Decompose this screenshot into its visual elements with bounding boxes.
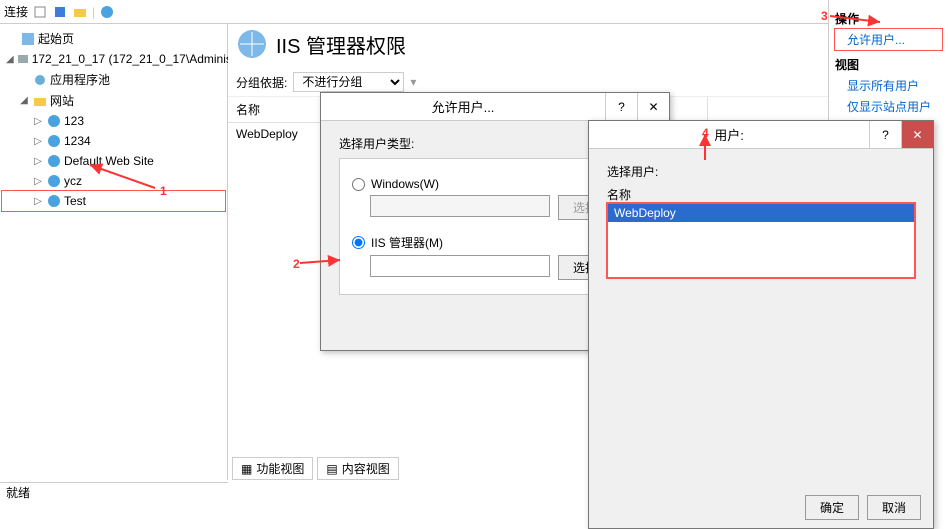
- tree-server[interactable]: ◢ 172_21_0_17 (172_21_0_17\Administrator…: [2, 49, 225, 69]
- status-bar: 就绪: [0, 482, 228, 500]
- user-row-webdeploy[interactable]: WebDeploy: [608, 204, 914, 222]
- radio-iis-manager[interactable]: [352, 236, 365, 249]
- tree-sites[interactable]: ◢ 网站: [2, 90, 225, 111]
- radio-iis-label: IIS 管理器(M): [371, 234, 443, 251]
- save-icon[interactable]: [52, 4, 68, 20]
- tree-app-pools[interactable]: 应用程序池: [2, 69, 225, 90]
- annotation-4: 4: [702, 126, 709, 140]
- users-ok-button[interactable]: 确定: [805, 495, 859, 520]
- globe-refresh-icon[interactable]: [99, 4, 115, 20]
- actions-header: 操作: [835, 10, 942, 27]
- tree-app-pools-label: 应用程序池: [50, 71, 110, 88]
- help-button[interactable]: ?: [869, 121, 901, 148]
- page-title: IIS 管理器权限: [276, 30, 406, 59]
- iis-permissions-icon: [236, 28, 268, 60]
- tree-site-123[interactable]: ▷ 123: [2, 111, 225, 131]
- tree-site-label: Default Web Site: [64, 154, 154, 168]
- connections-tree: 起始页 ◢ 172_21_0_17 (172_21_0_17\Administr…: [0, 24, 228, 480]
- users-listbox[interactable]: WebDeploy: [607, 203, 915, 278]
- action-show-all[interactable]: 显示所有用户: [835, 75, 942, 96]
- annotation-2: 2: [293, 257, 300, 271]
- action-show-site-only[interactable]: 仅显示站点用户: [835, 96, 942, 117]
- tree-site-1234[interactable]: ▷ 1234: [2, 131, 225, 151]
- annotation-1: 1: [160, 184, 167, 198]
- tree-site-test[interactable]: ▷ Test: [2, 191, 225, 211]
- action-allow-user[interactable]: 允许用户...: [835, 29, 942, 50]
- group-by-label: 分组依据:: [236, 74, 287, 91]
- tree-site-label: 1234: [64, 134, 91, 148]
- users-cancel-button[interactable]: 取消: [867, 495, 921, 520]
- tree-site-label: Test: [64, 194, 86, 208]
- allow-dialog-title: 允许用户...: [321, 97, 605, 116]
- features-icon: ▦: [241, 462, 252, 476]
- windows-user-input: [370, 195, 550, 217]
- radio-windows[interactable]: [352, 178, 365, 191]
- connect-icon[interactable]: [32, 4, 48, 20]
- group-by-select[interactable]: 不进行分组: [293, 72, 404, 92]
- folder-icon[interactable]: [72, 4, 88, 20]
- expander-icon[interactable]: ▷: [32, 196, 44, 207]
- help-button[interactable]: ?: [605, 93, 637, 120]
- connections-label: 连接: [4, 3, 28, 20]
- tree-sites-label: 网站: [50, 92, 74, 109]
- close-button[interactable]: ✕: [901, 121, 933, 148]
- tab-features-view[interactable]: ▦功能视图: [232, 457, 313, 480]
- bottom-view-tabs: ▦功能视图 ▤内容视图: [232, 457, 399, 480]
- tab-content-view[interactable]: ▤内容视图: [317, 457, 398, 480]
- tree-site-label: 123: [64, 114, 84, 128]
- tree-site-label: ycz: [64, 174, 82, 188]
- select-user-label: 选择用户:: [607, 163, 915, 180]
- users-dialog: 用户: ? ✕ 选择用户: 名称 WebDeploy 确定 取消: [588, 120, 934, 529]
- tree-site-default[interactable]: ▷ Default Web Site: [2, 151, 225, 171]
- users-dialog-title: 用户:: [589, 125, 869, 144]
- tree-site-ycz[interactable]: ▷ ycz: [2, 171, 225, 191]
- iis-user-input[interactable]: [370, 255, 550, 277]
- connections-toolbar: 连接 |: [0, 0, 948, 24]
- content-icon: ▤: [326, 462, 337, 476]
- tree-start-page-label: 起始页: [38, 30, 74, 47]
- close-button[interactable]: ✕: [637, 93, 669, 120]
- tree-start-page[interactable]: 起始页: [2, 28, 225, 49]
- radio-windows-label: Windows(W): [371, 177, 439, 191]
- actions-view-header: 视图: [835, 56, 942, 73]
- annotation-3: 3: [821, 9, 828, 23]
- users-name-header: 名称: [607, 186, 915, 203]
